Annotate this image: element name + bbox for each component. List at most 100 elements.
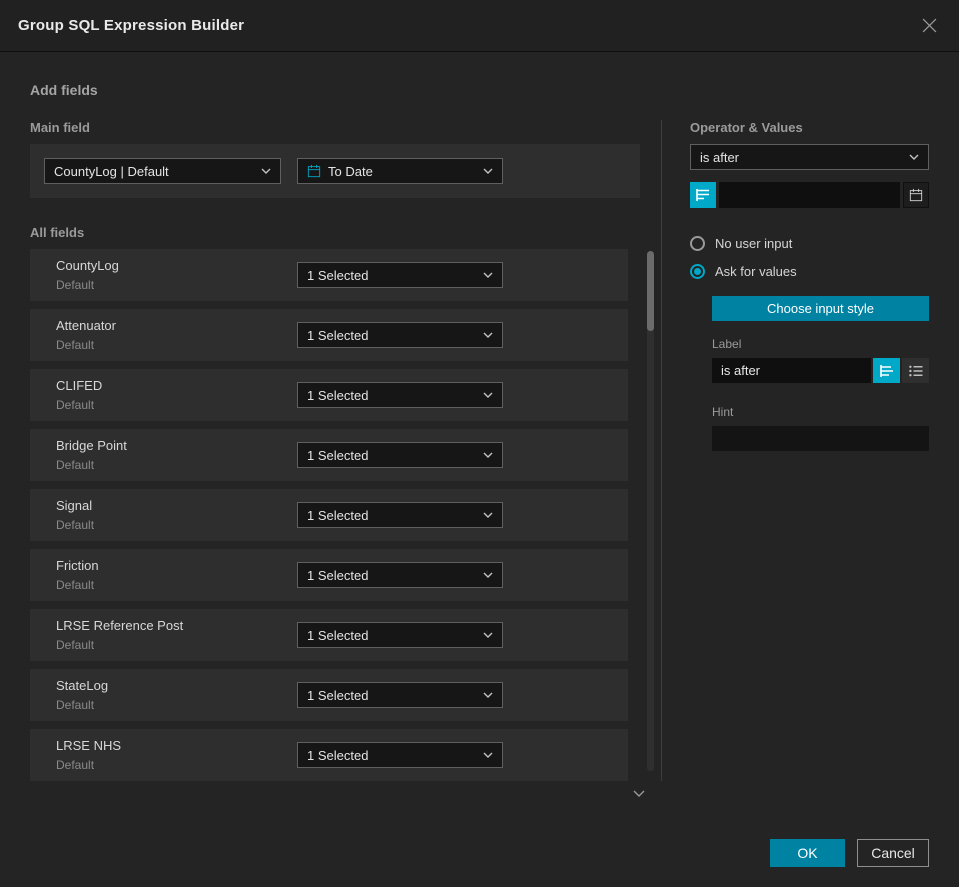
- chevron-down-icon: [483, 632, 493, 638]
- single-line-input-icon: [879, 364, 894, 377]
- calendar-icon: [909, 188, 923, 202]
- dialog-header: Group SQL Expression Builder: [0, 0, 959, 52]
- chevron-down-icon: [483, 392, 493, 398]
- chevron-down-icon: [483, 512, 493, 518]
- field-subtitle: Default: [56, 458, 95, 472]
- field-subtitle: Default: [56, 518, 95, 532]
- builder-columns: Main field CountyLog | Default To Date A…: [30, 120, 929, 797]
- field-row: CountyLog Default 1 Selected: [30, 249, 628, 301]
- field-selection-dropdown[interactable]: 1 Selected: [297, 262, 503, 288]
- field-selection-dropdown[interactable]: 1 Selected: [297, 562, 503, 588]
- field-subtitle: Default: [56, 638, 95, 652]
- ok-button[interactable]: OK: [770, 839, 845, 867]
- radio-no-user-input[interactable]: No user input: [690, 236, 929, 251]
- all-fields-list-container: CountyLog Default 1 Selected Attenuator …: [30, 249, 654, 797]
- dialog-footer: OK Cancel: [0, 819, 959, 887]
- label-input[interactable]: [712, 358, 871, 383]
- field-name: CountyLog: [56, 258, 119, 273]
- main-field-panel: CountyLog | Default To Date: [30, 144, 640, 198]
- field-selection-dropdown[interactable]: 1 Selected: [297, 682, 503, 708]
- chevron-down-icon: [483, 752, 493, 758]
- choose-input-style-button[interactable]: Choose input style: [712, 296, 929, 321]
- field-selected-count: 1 Selected: [307, 387, 369, 403]
- field-subtitle: Default: [56, 758, 95, 772]
- field-selected-count: 1 Selected: [307, 447, 369, 463]
- hint-caption: Hint: [712, 405, 734, 419]
- label-input-row: [712, 358, 929, 383]
- field-name: Attenuator: [56, 318, 116, 333]
- field-selection-dropdown[interactable]: 1 Selected: [297, 382, 503, 408]
- field-selected-count: 1 Selected: [307, 567, 369, 583]
- user-input-radio-group: No user input Ask for values: [690, 236, 929, 279]
- field-name: LRSE Reference Post: [56, 618, 184, 633]
- cancel-button[interactable]: Cancel: [857, 839, 929, 867]
- field-name: Signal: [56, 498, 93, 513]
- add-fields-heading: Add fields: [30, 82, 98, 98]
- field-row: Attenuator Default 1 Selected: [30, 309, 628, 361]
- field-row: LRSE Reference Post Default 1 Selected: [30, 609, 628, 661]
- field-row: Signal Default 1 Selected: [30, 489, 628, 541]
- field-selected-count: 1 Selected: [307, 747, 369, 763]
- scrollbar[interactable]: [647, 251, 654, 771]
- field-selected-count: 1 Selected: [307, 327, 369, 343]
- field-selected-count: 1 Selected: [307, 507, 369, 523]
- radio-selected-icon: [690, 264, 705, 279]
- field-row: StateLog Default 1 Selected: [30, 669, 628, 721]
- field-name: Friction: [56, 558, 99, 573]
- field-subtitle: Default: [56, 698, 95, 712]
- operator-select[interactable]: is after: [690, 144, 929, 170]
- text-entry-mode-button[interactable]: [690, 182, 716, 208]
- field-selection-dropdown[interactable]: 1 Selected: [297, 442, 503, 468]
- value-input-row: [690, 182, 929, 208]
- chevron-down-icon: [483, 168, 493, 174]
- field-selection-dropdown[interactable]: 1 Selected: [297, 322, 503, 348]
- field-row: Bridge Point Default 1 Selected: [30, 429, 628, 481]
- field-subtitle: Default: [56, 338, 95, 352]
- main-date-select-value: To Date: [328, 163, 373, 179]
- all-fields-label: All fields: [30, 225, 85, 240]
- dialog-title: Group SQL Expression Builder: [18, 17, 245, 34]
- field-selection-dropdown[interactable]: 1 Selected: [297, 742, 503, 768]
- radio-ask-for-values[interactable]: Ask for values: [690, 264, 929, 279]
- main-date-field-select[interactable]: To Date: [297, 158, 503, 184]
- main-field-label: Main field: [30, 120, 90, 135]
- value-input[interactable]: [719, 182, 900, 208]
- single-line-style-button[interactable]: [873, 358, 900, 383]
- chevron-down-icon: [261, 168, 271, 174]
- chevron-down-icon: [483, 332, 493, 338]
- chevron-down-icon: [483, 692, 493, 698]
- field-selection-dropdown[interactable]: 1 Selected: [297, 622, 503, 648]
- close-button[interactable]: [917, 14, 941, 38]
- radio-label: Ask for values: [715, 264, 797, 279]
- scroll-down-chevron-icon[interactable]: [633, 790, 645, 797]
- label-caption: Label: [712, 337, 742, 351]
- list-style-button[interactable]: [902, 358, 929, 383]
- operator-values-heading: Operator & Values: [690, 120, 803, 135]
- field-subtitle: Default: [56, 578, 95, 592]
- dialog-body: Add fields Main field CountyLog | Defaul…: [0, 52, 959, 887]
- chevron-down-icon: [483, 272, 493, 278]
- vertical-divider: [661, 120, 662, 781]
- operator-select-value: is after: [700, 149, 740, 165]
- field-row: LRSE NHS Default 1 Selected: [30, 729, 628, 781]
- all-fields-list: CountyLog Default 1 Selected Attenuator …: [30, 249, 628, 781]
- field-selected-count: 1 Selected: [307, 267, 369, 283]
- field-name: StateLog: [56, 678, 109, 693]
- calendar-icon: [307, 164, 321, 178]
- radio-unselected-icon: [690, 236, 705, 251]
- hint-input[interactable]: [712, 426, 929, 451]
- field-row: Friction Default 1 Selected: [30, 549, 628, 601]
- date-picker-button[interactable]: [903, 182, 929, 208]
- field-subtitle: Default: [56, 398, 95, 412]
- main-field-select[interactable]: CountyLog | Default: [44, 158, 281, 184]
- fields-column: Main field CountyLog | Default To Date A…: [30, 120, 654, 797]
- operator-values-column: Operator & Values is after No user input…: [690, 120, 929, 781]
- field-selected-count: 1 Selected: [307, 627, 369, 643]
- chevron-down-icon: [483, 572, 493, 578]
- field-name: CLIFED: [56, 378, 103, 393]
- scrollbar-thumb[interactable]: [647, 251, 654, 331]
- field-selection-dropdown[interactable]: 1 Selected: [297, 502, 503, 528]
- field-row: CLIFED Default 1 Selected: [30, 369, 628, 421]
- dropdown-list-icon: [908, 365, 923, 377]
- field-subtitle: Default: [56, 278, 95, 292]
